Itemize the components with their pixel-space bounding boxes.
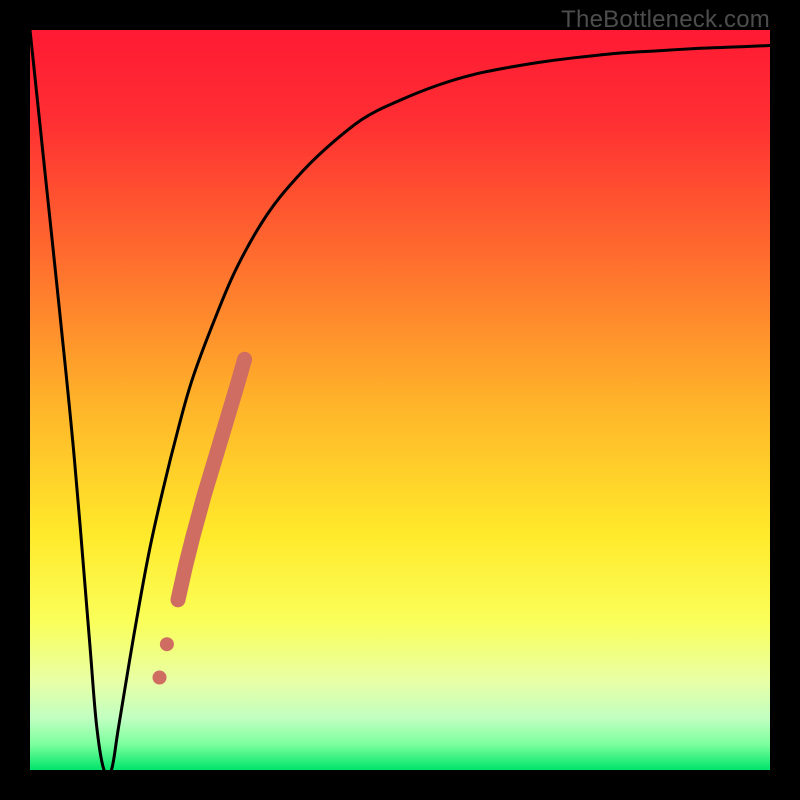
outer-frame: TheBottleneck.com: [0, 0, 800, 800]
bottleneck-chart: [30, 30, 770, 770]
highlight-dot: [153, 671, 167, 685]
chart-background: [30, 30, 770, 770]
highlight-dot: [160, 637, 174, 651]
